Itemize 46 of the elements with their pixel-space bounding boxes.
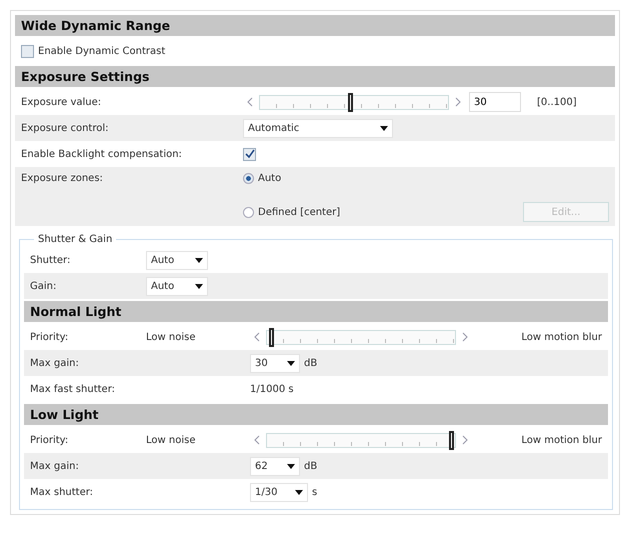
group-legend: Shutter & Gain bbox=[34, 232, 116, 247]
priority-low-label: Low noise bbox=[146, 434, 196, 448]
section-header: Exposure Settings bbox=[15, 66, 615, 87]
priority-low-label: Low noise bbox=[146, 330, 196, 344]
slider-track[interactable] bbox=[259, 94, 449, 110]
slider-track[interactable] bbox=[266, 330, 456, 344]
field-label: Enable Backlight compensation: bbox=[21, 148, 183, 162]
unit-label: dB bbox=[304, 356, 318, 370]
dropdown[interactable]: 1/30 bbox=[250, 482, 308, 502]
dropdown[interactable]: Auto bbox=[146, 250, 208, 270]
range-hint: [0..100] bbox=[537, 96, 577, 110]
field-label: Shutter: bbox=[30, 254, 72, 268]
field-label: Exposure control: bbox=[21, 122, 110, 136]
field-label: Priority: bbox=[30, 330, 70, 344]
dropdown[interactable]: Auto bbox=[146, 276, 208, 296]
unit-label: dB bbox=[304, 460, 318, 474]
field-label: Priority: bbox=[30, 434, 70, 448]
priority-high-label: Low motion blur bbox=[521, 330, 602, 344]
field-label: Max fast shutter: bbox=[30, 382, 116, 396]
field-label: Max gain: bbox=[30, 356, 80, 370]
field-label: Max gain: bbox=[30, 460, 80, 474]
slider-track[interactable] bbox=[266, 432, 456, 448]
slider-thumb[interactable] bbox=[449, 430, 454, 450]
slider-thumb[interactable] bbox=[348, 92, 354, 112]
checkbox-label: Enable Dynamic Contrast bbox=[38, 44, 166, 58]
radio-label: Defined [center] bbox=[258, 206, 340, 220]
field-label: Max shutter: bbox=[30, 486, 94, 500]
section-header: Wide Dynamic Range bbox=[15, 15, 615, 36]
field-label: Exposure value: bbox=[21, 96, 102, 110]
priority-high-label: Low motion blur bbox=[521, 434, 602, 448]
unit-label: s bbox=[312, 486, 318, 500]
radio-label: Auto bbox=[258, 172, 282, 186]
field-label: Gain: bbox=[30, 280, 58, 294]
radio-button[interactable] bbox=[243, 206, 254, 218]
section-header: Normal Light bbox=[24, 301, 608, 322]
slider-thumb[interactable] bbox=[268, 328, 274, 346]
number-field[interactable]: 30 bbox=[469, 92, 521, 112]
dropdown[interactable]: 30 bbox=[250, 354, 300, 372]
section-header: Low Light bbox=[24, 404, 608, 425]
field-label: Exposure zones: bbox=[21, 172, 104, 186]
dropdown[interactable]: Automatic bbox=[243, 118, 393, 138]
checkbox[interactable] bbox=[243, 148, 256, 160]
checkbox[interactable] bbox=[21, 44, 34, 58]
dropdown[interactable]: 62 bbox=[250, 456, 300, 476]
field-value: 1/1000 s bbox=[250, 382, 294, 396]
radio-button[interactable] bbox=[243, 173, 254, 184]
